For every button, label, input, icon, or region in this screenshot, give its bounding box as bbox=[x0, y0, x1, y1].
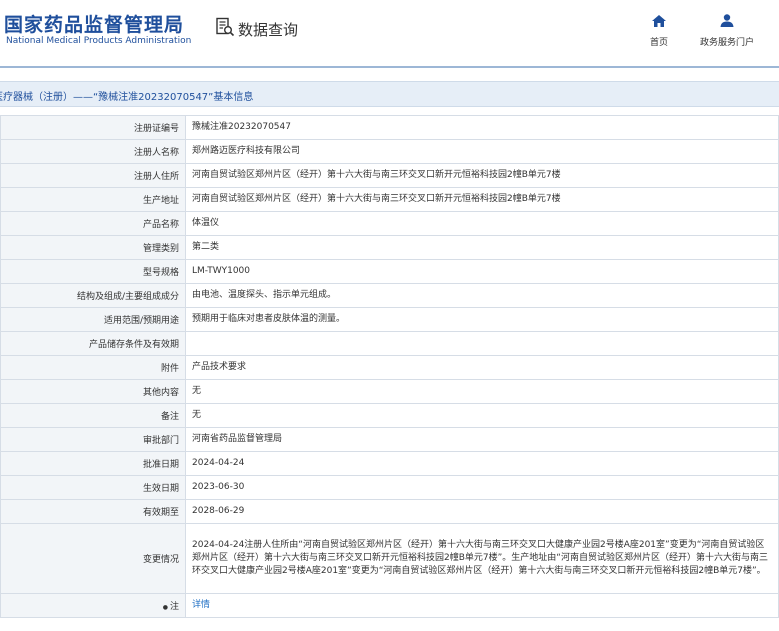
row-value bbox=[185, 331, 779, 356]
row-value: 2024-04-24 bbox=[185, 451, 779, 476]
table-row: 附件 产品技术要求 bbox=[0, 355, 779, 380]
row-value: 体温仪 bbox=[185, 211, 779, 236]
nav-service-portal[interactable]: 政务服务门户 bbox=[700, 12, 754, 48]
detail-table: 注册证编号 豫械注准20232070547 注册人名称 郑州路迈医疗科技有限公司 注册人… bbox=[0, 115, 779, 618]
table-row: 结构及组成/主要组成成分 由电池、温度探头、指示单元组成。 bbox=[0, 283, 779, 308]
row-value: 河南省药品监督管理局 bbox=[185, 427, 779, 452]
row-label: 有效期至 bbox=[0, 499, 186, 524]
row-label: 生产地址 bbox=[0, 187, 186, 212]
row-value: 河南自贸试验区郑州片区（经开）第十六大街与南三环交叉口新开元恒裕科技园2幢B单元… bbox=[185, 187, 779, 212]
table-row: 产品储存条件及有效期 bbox=[0, 331, 779, 356]
row-label: 产品储存条件及有效期 bbox=[0, 331, 186, 356]
nav-home-label: 首页 bbox=[650, 38, 669, 48]
row-label: 其他内容 bbox=[0, 379, 186, 404]
change-label: 变更情况 bbox=[0, 523, 186, 594]
table-row: 生效日期 2023-06-30 bbox=[0, 475, 779, 500]
row-value: 产品技术要求 bbox=[185, 355, 779, 380]
header-divider bbox=[0, 66, 779, 68]
row-label: 型号规格 bbox=[0, 259, 186, 284]
row-label: 注册人名称 bbox=[0, 139, 186, 164]
site-header: 国家药品监督管理局 National Medical Products Admi… bbox=[0, 0, 779, 66]
row-value: 河南自贸试验区郑州片区（经开）第十六大街与南三环交叉口新开元恒裕科技园2幢B单元… bbox=[185, 163, 779, 188]
section-title: 医疗器械（注册）——“豫械注准20232070547”基本信息 bbox=[0, 92, 254, 103]
site-logo-en[interactable]: National Medical Products Administration bbox=[6, 36, 191, 46]
note-value-cell: 详情 bbox=[185, 593, 779, 618]
row-label: 注册证编号 bbox=[0, 115, 186, 140]
row-label: 备注 bbox=[0, 403, 186, 428]
row-label: 审批部门 bbox=[0, 427, 186, 452]
row-value: 无 bbox=[185, 403, 779, 428]
home-icon bbox=[652, 12, 666, 31]
details-link[interactable]: 详情 bbox=[192, 600, 210, 610]
table-row: 注册证编号 豫械注准20232070547 bbox=[0, 115, 779, 140]
table-row-note: ● 注详情 bbox=[0, 593, 779, 618]
row-label: 结构及组成/主要组成成分 bbox=[0, 283, 186, 308]
table-row: 其他内容无 bbox=[0, 379, 779, 404]
table-row: 产品名称 体温仪 bbox=[0, 211, 779, 236]
section-title-bar: 医疗器械（注册）——“豫械注准20232070547”基本信息 bbox=[0, 81, 779, 107]
note-label: 注 bbox=[169, 602, 179, 612]
row-value: 郑州路迈医疗科技有限公司 bbox=[185, 139, 779, 164]
row-value: 2023-06-30 bbox=[185, 475, 779, 500]
row-label: 批准日期 bbox=[0, 451, 186, 476]
site-logo-cn[interactable]: 国家药品监督管理局 bbox=[4, 10, 184, 37]
row-value: LM-TWY1000 bbox=[185, 259, 779, 284]
user-icon bbox=[720, 12, 734, 31]
row-value: 由电池、温度探头、指示单元组成。 bbox=[185, 283, 779, 308]
note-label-cell: ● 注 bbox=[0, 593, 186, 618]
table-row: 批准日期 2024-04-24 bbox=[0, 451, 779, 476]
row-value: 第二类 bbox=[185, 235, 779, 260]
table-row: 注册人名称 郑州路迈医疗科技有限公司 bbox=[0, 139, 779, 164]
nav-service-portal-label: 政务服务门户 bbox=[700, 38, 755, 48]
row-label: 注册人住所 bbox=[0, 163, 186, 188]
row-value: 豫械注准20232070547 bbox=[185, 115, 779, 140]
table-row: 备注无 bbox=[0, 403, 779, 428]
table-row: 型号规格 LM-TWY1000 bbox=[0, 259, 779, 284]
row-value: 2028-06-29 bbox=[185, 499, 779, 524]
data-query-label: 数据查询 bbox=[238, 20, 299, 39]
table-row: 管理类别 第二类 bbox=[0, 235, 779, 260]
change-text: 2024-04-24注册人住所由“河南自贸试验区郑州片区（经开）第十六大街与南三… bbox=[185, 523, 779, 594]
table-row: 审批部门 河南省药品监督管理局 bbox=[0, 427, 779, 452]
query-doc-icon bbox=[215, 17, 235, 41]
row-label: 附件 bbox=[0, 355, 186, 380]
row-label: 管理类别 bbox=[0, 235, 186, 260]
note-dot-icon: ● bbox=[162, 604, 168, 611]
row-value: 无 bbox=[185, 379, 779, 404]
row-label: 生效日期 bbox=[0, 475, 186, 500]
nav-home[interactable]: 首页 bbox=[650, 12, 668, 48]
table-row: 有效期至 2028-06-29 bbox=[0, 499, 779, 524]
data-query-link[interactable]: 数据查询 bbox=[215, 17, 298, 41]
row-label: 产品名称 bbox=[0, 211, 186, 236]
table-row: 适用范围/预期用途 预期用于临床对患者皮肤体温的测量。 bbox=[0, 307, 779, 332]
row-label: 适用范围/预期用途 bbox=[0, 307, 186, 332]
table-row: 生产地址 河南自贸试验区郑州片区（经开）第十六大街与南三环交叉口新开元恒裕科技园2… bbox=[0, 187, 779, 212]
table-row: 注册人住所 河南自贸试验区郑州片区（经开）第十六大街与南三环交叉口新开元恒裕科技园… bbox=[0, 163, 779, 188]
row-value: 预期用于临床对患者皮肤体温的测量。 bbox=[185, 307, 779, 332]
table-row-change: 变更情况 2024-04-24注册人住所由“河南自贸试验区郑州片区（经开）第十六大… bbox=[0, 523, 779, 594]
